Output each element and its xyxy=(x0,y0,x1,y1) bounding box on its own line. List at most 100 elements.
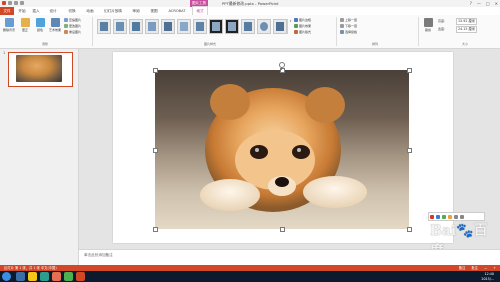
selection-handle[interactable] xyxy=(407,68,412,73)
width-row: 宽度: xyxy=(438,26,446,31)
picture-style-thumb[interactable] xyxy=(225,19,239,34)
width-input[interactable]: 24.15 厘米 xyxy=(456,26,477,33)
notes-placeholder: 单击此处添加备注 xyxy=(84,253,113,257)
slide-number: 1 xyxy=(3,51,6,55)
taskbar-powerpoint-icon[interactable] xyxy=(76,272,85,281)
rotate-handle[interactable] xyxy=(279,62,285,68)
picture-effects-button[interactable]: 图片效果 xyxy=(294,23,311,28)
picture-style-thumb[interactable] xyxy=(129,19,143,34)
ime-keyboard-icon xyxy=(454,214,458,219)
ime-settings-icon xyxy=(460,214,464,219)
tab-file[interactable]: 文件 xyxy=(0,7,14,15)
corrections-icon xyxy=(20,18,30,27)
picture-style-thumb[interactable] xyxy=(241,19,255,34)
send-backward-icon xyxy=(340,23,344,28)
artistic-effects-button[interactable]: 艺术效果 xyxy=(48,18,62,34)
picture-layout-button[interactable]: 图片版式 xyxy=(294,29,311,34)
tab-home[interactable]: 开始 xyxy=(16,7,28,15)
selection-pane-button[interactable]: 选择窗格 xyxy=(340,29,357,34)
adjust-group-label: 调整 xyxy=(41,42,48,46)
tab-slideshow[interactable]: 幻灯片放映 xyxy=(101,7,125,15)
remove-background-icon xyxy=(4,18,14,27)
taskbar-app-icon[interactable] xyxy=(40,272,49,281)
ribbon-separator xyxy=(336,17,337,46)
ribbon-separator xyxy=(92,17,93,46)
compress-icon xyxy=(64,17,68,22)
selection-handle[interactable] xyxy=(153,68,158,73)
change-picture-icon xyxy=(64,23,68,28)
reset-picture-button[interactable]: 重设图片 xyxy=(64,29,81,34)
taskbar-folder-icon[interactable] xyxy=(28,272,37,281)
ime-logo-icon xyxy=(430,214,434,219)
tab-insert[interactable]: 插入 xyxy=(30,7,42,15)
picture-style-thumb[interactable] xyxy=(145,19,159,34)
picture-style-thumb[interactable] xyxy=(97,19,111,34)
remove-background-button[interactable]: 删除背景 xyxy=(2,18,16,34)
dog-photo[interactable] xyxy=(155,70,409,229)
color-button[interactable]: 颜色 xyxy=(33,18,47,34)
picture-style-thumb[interactable] xyxy=(177,19,191,34)
change-picture-button[interactable]: 更改图片 xyxy=(64,23,81,28)
minimize-button[interactable]: — xyxy=(477,1,481,6)
picture-style-thumb[interactable] xyxy=(161,19,175,34)
height-row: 高度: xyxy=(438,18,446,23)
notes-pane[interactable] xyxy=(79,249,500,266)
selection-handle[interactable] xyxy=(280,227,285,232)
artistic-effects-icon xyxy=(50,18,60,27)
tab-view[interactable]: 视图 xyxy=(148,7,160,15)
redo-icon[interactable] xyxy=(20,1,24,5)
corrections-button[interactable]: 更正 xyxy=(18,18,32,34)
ribbon: 删除背景 更正 颜色 艺术效果 压缩图片 更改图片 重设图片 调整 ▾ 图片样式… xyxy=(0,15,500,49)
compress-pictures-button[interactable]: 压缩图片 xyxy=(64,17,81,22)
picture-style-thumb[interactable] xyxy=(113,19,127,34)
selection-handle[interactable] xyxy=(153,227,158,232)
dog-illustration xyxy=(200,84,367,212)
bring-forward-icon xyxy=(340,17,344,22)
tab-acrobat[interactable]: ACROBAT xyxy=(166,7,188,15)
size-group-label: 大小 xyxy=(461,42,468,46)
undo-icon[interactable] xyxy=(14,1,18,5)
tab-design[interactable]: 设计 xyxy=(47,7,59,15)
help-button[interactable]: ? xyxy=(470,1,472,6)
reset-picture-icon xyxy=(64,29,68,34)
selection-handle[interactable] xyxy=(407,227,412,232)
crop-button[interactable]: 裁剪 xyxy=(421,18,435,34)
send-backward-button[interactable]: 下移一层 xyxy=(340,23,357,28)
picture-style-thumb[interactable] xyxy=(273,19,287,34)
picture-style-thumb[interactable] xyxy=(193,19,207,34)
taskbar-explorer-icon[interactable] xyxy=(16,272,25,281)
window-controls: ? — □ ✕ xyxy=(470,1,498,6)
ime-punct-icon xyxy=(442,214,446,219)
picture-border-icon xyxy=(294,17,298,22)
tab-review[interactable]: 审阅 xyxy=(130,7,142,15)
ime-emoji-icon xyxy=(448,214,452,219)
start-button[interactable] xyxy=(2,272,11,281)
picture-style-thumb[interactable] xyxy=(209,19,223,34)
windows-taskbar xyxy=(0,271,500,282)
close-button[interactable]: ✕ xyxy=(495,1,498,6)
selection-handle[interactable] xyxy=(407,148,412,153)
ribbon-separator xyxy=(418,17,419,46)
picture-style-thumb[interactable] xyxy=(257,19,271,34)
maximize-button[interactable]: □ xyxy=(486,1,490,6)
taskbar-app-icon[interactable] xyxy=(52,272,61,281)
color-icon xyxy=(35,18,45,27)
arrange-group-label: 排列 xyxy=(371,42,378,46)
tab-animations[interactable]: 动画 xyxy=(84,7,96,15)
bring-forward-button[interactable]: 上移一层 xyxy=(340,17,357,22)
quick-access-toolbar xyxy=(2,1,24,6)
picture-effects-icon xyxy=(294,23,298,28)
height-input[interactable]: 15.92 厘米 xyxy=(456,18,477,25)
app-icon xyxy=(2,1,6,5)
selection-handle[interactable] xyxy=(153,148,158,153)
picture-border-button[interactable]: 图片边框 xyxy=(294,17,311,22)
gallery-more-icon[interactable]: ▾ xyxy=(287,19,293,34)
document-title: PPT最新修改.pptx - PowerPoint xyxy=(222,1,279,6)
baidu-watermark: Bai🐾百度 jingyan.baidu.com xyxy=(430,220,494,265)
picture-layout-icon xyxy=(294,29,298,34)
save-icon[interactable] xyxy=(8,1,12,5)
crop-icon xyxy=(423,18,433,27)
taskbar-app-icon[interactable] xyxy=(64,272,73,281)
tab-transitions[interactable]: 切换 xyxy=(66,7,78,15)
taskbar-clock[interactable]: 12:40 2015/... xyxy=(481,272,494,281)
